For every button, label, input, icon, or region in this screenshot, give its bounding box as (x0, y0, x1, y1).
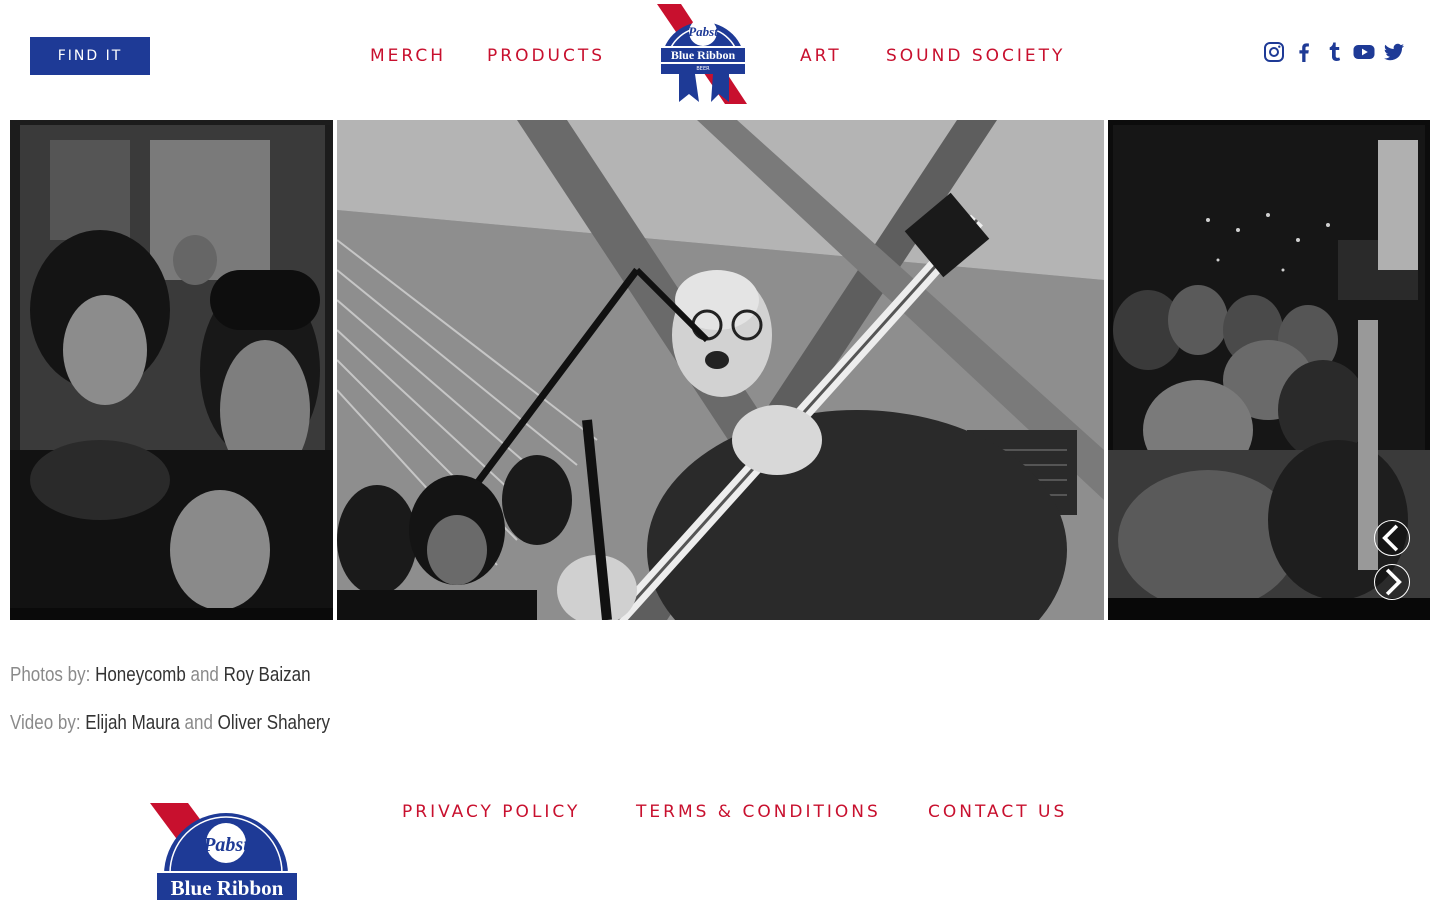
credit-link-elijah-maura[interactable]: Elijah Maura (85, 712, 179, 734)
tumblr-icon[interactable] (1322, 40, 1346, 64)
twitter-icon[interactable] (1382, 40, 1406, 64)
footer-link-contact-us[interactable]: CONTACT US (928, 802, 1067, 822)
credit-link-roy-baizan[interactable]: Roy Baizan (224, 664, 311, 686)
logo-text-blue-ribbon: Blue Ribbon (671, 48, 736, 62)
credit-link-oliver-shahery[interactable]: Oliver Shahery (218, 712, 330, 734)
logo-text-beer: BEER (696, 66, 710, 72)
video-and: and (184, 712, 213, 734)
facebook-icon[interactable] (1292, 40, 1316, 64)
site-header: FIND IT MERCH PRODUCTS Pabst Blue Ribbon… (0, 0, 1440, 110)
footer-logo-text-blue-ribbon: Blue Ribbon (171, 876, 284, 900)
instagram-icon[interactable] (1262, 40, 1286, 64)
photos-prefix: Photos by: (10, 664, 91, 686)
pbr-logo-link[interactable]: Pabst Blue Ribbon BEER (655, 4, 751, 106)
footer-pbr-logo: Pabst Blue Ribbon (150, 803, 300, 900)
photo-carousel[interactable] (0, 120, 1440, 620)
footer-logo-text-pabst: Pabst (202, 834, 250, 856)
gallery-photo-performer (337, 120, 1104, 620)
footer-link-terms-conditions[interactable]: TERMS & CONDITIONS (636, 802, 881, 822)
find-it-button[interactable]: FIND IT (30, 37, 150, 75)
footer-pbr-logo-link[interactable]: Pabst Blue Ribbon (150, 803, 300, 900)
photo-credits: Photos by: Honeycomb and Roy Baizan (10, 664, 311, 687)
carousel-next-button[interactable] (1374, 564, 1410, 600)
chevron-left-icon (1382, 524, 1399, 552)
gallery-photo-night-crowd (1108, 120, 1430, 620)
photos-and: and (190, 664, 219, 686)
chevron-right-icon (1385, 568, 1402, 596)
gallery-photo-crowd-portrait (10, 120, 333, 620)
logo-text-pabst: Pabst (688, 24, 718, 39)
video-prefix: Video by: (10, 712, 81, 734)
nav-art[interactable]: ART (800, 46, 842, 66)
nav-products[interactable]: PRODUCTS (487, 46, 605, 66)
credit-link-honeycomb[interactable]: Honeycomb (95, 664, 186, 686)
carousel-prev-button[interactable] (1374, 520, 1410, 556)
video-credits: Video by: Elijah Maura and Oliver Shaher… (10, 712, 330, 735)
nav-sound-society[interactable]: SOUND SOCIETY (886, 46, 1065, 66)
nav-merch[interactable]: MERCH (370, 46, 446, 66)
youtube-icon[interactable] (1352, 40, 1376, 64)
footer-link-privacy-policy[interactable]: PRIVACY POLICY (402, 802, 580, 822)
pbr-logo: Pabst Blue Ribbon BEER (657, 4, 747, 104)
